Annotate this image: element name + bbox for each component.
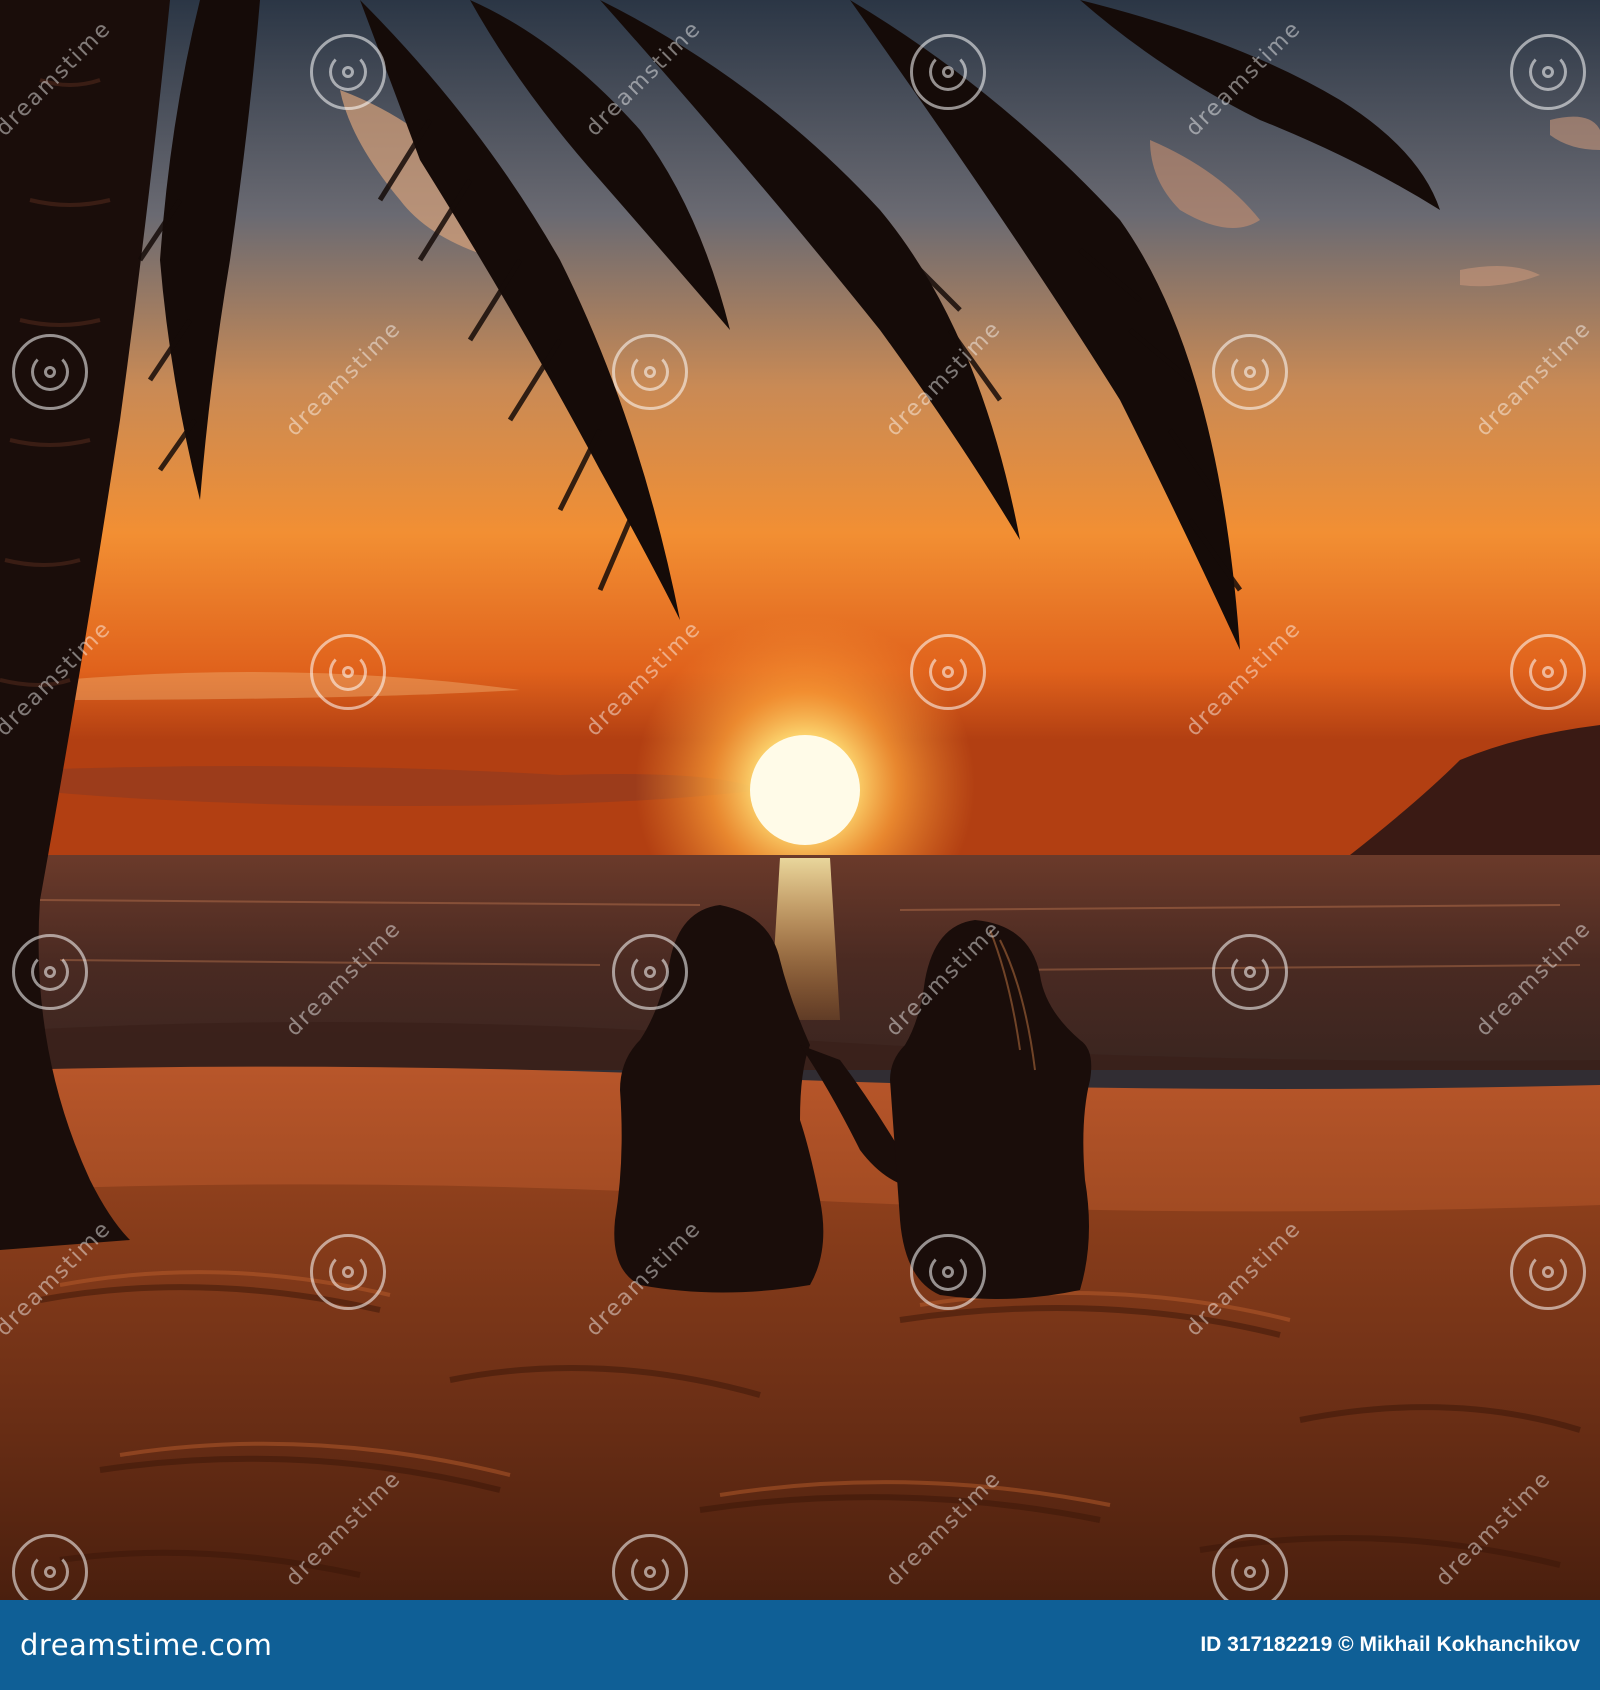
- copyright-label: © Mikhail Kokhanchikov: [1338, 1633, 1580, 1656]
- footer-credit: ID 317182219 © Mikhail Kokhanchikov: [1200, 1633, 1580, 1657]
- footer-bar: dreamstime.com ID 317182219 © Mikhail Ko…: [0, 1600, 1600, 1690]
- beach-sunset-photo: dreamstime dreamstime dreamstime dreamst…: [0, 0, 1600, 1600]
- footer-brand-link[interactable]: dreamstime.com: [20, 1628, 272, 1662]
- image-id-label: ID 317182219: [1200, 1633, 1333, 1656]
- photo-scene: [0, 0, 1600, 1600]
